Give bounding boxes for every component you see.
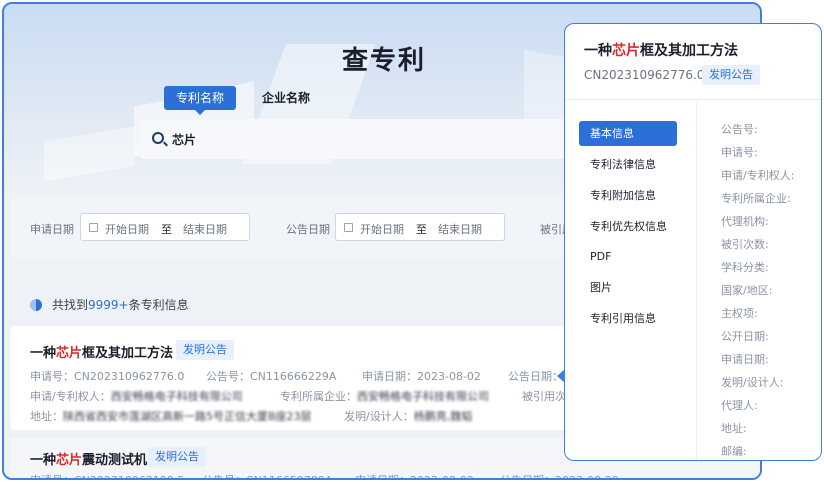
field-cited-count: 被引次数: bbox=[721, 238, 769, 251]
nav-pdf[interactable]: PDF bbox=[579, 244, 677, 269]
field-application-no: 申请号: bbox=[721, 146, 758, 159]
field-publish-date: 公开日期: bbox=[721, 330, 769, 343]
field-agent: 代理人: bbox=[721, 399, 758, 412]
address-field: 地址：陕西省西安市莲湖区高新一路5号正信大厦B座23层 bbox=[30, 410, 312, 423]
publication-number: 公告号：CN116666229A bbox=[206, 370, 337, 383]
pub-start-date[interactable]: 开始日期 bbox=[360, 221, 404, 237]
apply-date-label: 申请日期 bbox=[30, 223, 74, 236]
publication-number: 公告号：CN116659789A bbox=[202, 472, 332, 478]
type-badge: 发明公告 bbox=[148, 447, 206, 467]
nav-legal-info[interactable]: 专利法律信息 bbox=[579, 152, 677, 177]
panel-nav: 基本信息 专利法律信息 专利附加信息 专利优先权信息 PDF 图片 专利引用信息 bbox=[565, 101, 697, 460]
inventor-field: 发明/设计人：杨鹏亮,魏韬 bbox=[344, 410, 473, 423]
range-separator: 至 bbox=[416, 223, 427, 236]
nav-additional-info[interactable]: 专利附加信息 bbox=[579, 183, 677, 208]
nav-images[interactable]: 图片 bbox=[579, 275, 677, 300]
field-main-claim: 主权项: bbox=[721, 307, 758, 320]
result-count: 9999+ bbox=[88, 298, 129, 312]
publication-date: 公告日期：2023-08-29 bbox=[500, 472, 619, 478]
field-application-date: 申请日期: bbox=[721, 353, 769, 366]
panel-type-badge: 发明公告 bbox=[702, 65, 760, 85]
cited-count: 被引用次 bbox=[522, 390, 566, 403]
apply-date-range[interactable]: 开始日期 至 结束日期 bbox=[80, 213, 250, 241]
panel-title: 一种芯片框及其加工方法 bbox=[584, 43, 738, 59]
nav-basic-info[interactable]: 基本信息 bbox=[579, 121, 677, 146]
search-query: 芯片 bbox=[172, 133, 197, 147]
application-date: 申请日期：2023-08-02 bbox=[355, 472, 474, 478]
result-title[interactable]: 一种芯片震动测试机 bbox=[30, 449, 147, 468]
patent-detail-panel: 一种芯片框及其加工方法 CN202310962776.0 发明公告 基本信息 专… bbox=[564, 23, 822, 461]
pub-end-date[interactable]: 结束日期 bbox=[438, 221, 482, 237]
screenshot-stage: 查专利 专利名称 企业名称 芯片 × 申请日期 开始日期 至 结束日期 公告日期… bbox=[0, 0, 824, 484]
field-address: 地址: bbox=[721, 422, 747, 435]
panel-patent-number: CN202310962776.0 bbox=[584, 68, 705, 82]
application-number: 申请号：CN202310962199.5 bbox=[30, 472, 184, 478]
search-icon bbox=[152, 132, 164, 144]
field-publication-no: 公告号: bbox=[721, 123, 758, 136]
nav-priority-info[interactable]: 专利优先权信息 bbox=[579, 214, 677, 239]
decor-block bbox=[44, 126, 134, 182]
result-title[interactable]: 一种芯片框及其加工方法 bbox=[30, 342, 173, 361]
calendar-icon bbox=[344, 223, 353, 232]
type-badge: 发明公告 bbox=[176, 340, 234, 360]
pub-date-label: 公告日期 bbox=[286, 223, 330, 236]
field-inventor: 发明/设计人: bbox=[721, 376, 784, 389]
applicant-field: 申请/专利权人：西安畅格电子科技有限公司 bbox=[30, 390, 243, 403]
field-company: 专利所属企业: bbox=[721, 192, 791, 205]
nav-citation-info[interactable]: 专利引用信息 bbox=[579, 306, 677, 331]
tab-patent-name[interactable]: 专利名称 bbox=[164, 86, 237, 115]
field-classification: 学科分类: bbox=[721, 261, 769, 274]
field-postcode: 邮编: bbox=[721, 445, 747, 458]
apply-end-date[interactable]: 结束日期 bbox=[183, 221, 227, 237]
application-number: 申请号：CN202310962776.0 bbox=[30, 370, 185, 383]
pie-icon bbox=[30, 299, 42, 311]
tab-company-name[interactable]: 企业名称 bbox=[250, 86, 322, 110]
result-summary: 共找到9999+条专利信息 bbox=[30, 296, 189, 313]
company-field: 专利所属企业：西安畅格电子科技有限公司 bbox=[280, 390, 489, 403]
calendar-icon bbox=[89, 223, 98, 232]
field-agency: 代理机构: bbox=[721, 215, 769, 228]
application-date: 申请日期：2023-08-02 bbox=[362, 370, 481, 383]
publication-date: 公告日期： bbox=[508, 370, 563, 383]
search-input[interactable]: 芯片 × bbox=[140, 119, 590, 159]
range-separator: 至 bbox=[161, 223, 172, 236]
panel-header: 一种芯片框及其加工方法 CN202310962776.0 发明公告 bbox=[565, 24, 821, 100]
apply-start-date[interactable]: 开始日期 bbox=[105, 221, 149, 237]
field-applicant: 申请/专利权人: bbox=[721, 169, 795, 182]
pub-date-range[interactable]: 开始日期 至 结束日期 bbox=[335, 213, 505, 241]
field-country: 国家/地区: bbox=[721, 284, 773, 297]
